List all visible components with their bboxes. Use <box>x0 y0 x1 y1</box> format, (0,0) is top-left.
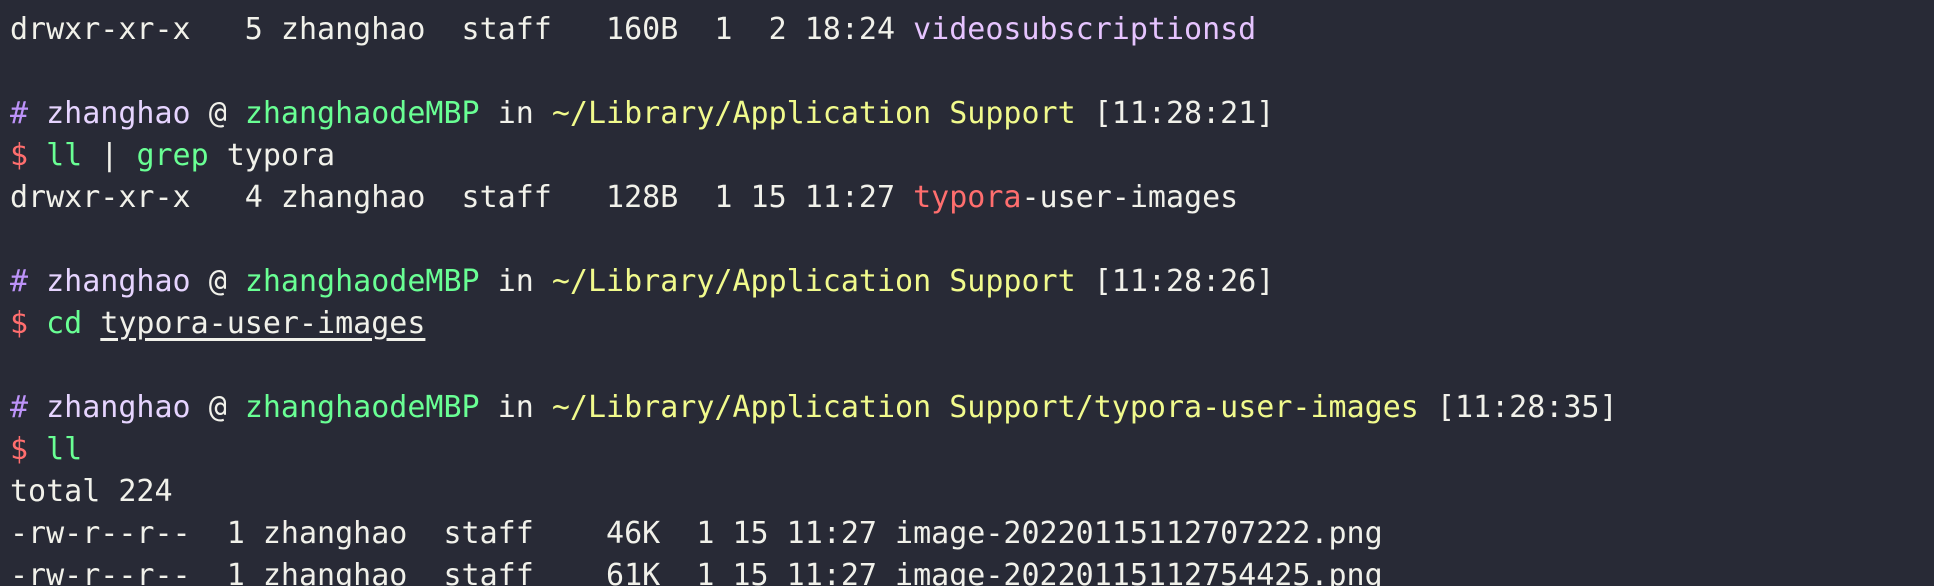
command-name: ll <box>46 138 83 173</box>
prompt-hash: # <box>10 96 29 131</box>
command-line[interactable]: $ ll <box>10 429 82 471</box>
prompt-dollar: $ <box>10 432 29 467</box>
prompt-time: [11:28:21] <box>1093 96 1275 131</box>
terminal-output-line: total 224 <box>10 471 173 513</box>
grep-match: typora <box>913 180 1022 215</box>
prompt-user: zhanghao <box>46 96 191 131</box>
prompt-user: zhanghao <box>46 264 191 299</box>
terminal-output-line: -rw-r--r-- 1 zhanghao staff 61K 1 15 11:… <box>10 555 1383 586</box>
command-pipe: | <box>100 138 119 173</box>
prompt-in: in <box>497 264 534 299</box>
prompt-time: [11:28:26] <box>1093 264 1275 299</box>
prompt-host: zhanghaodeMBP <box>244 264 480 299</box>
terminal-window[interactable]: drwxr-xr-x 5 zhanghao staff 160B 1 2 18:… <box>0 0 1934 586</box>
terminal-output-line: drwxr-xr-x 4 zhanghao staff 128B 1 15 11… <box>10 177 1238 219</box>
prompt-at: @ <box>208 264 227 299</box>
prompt-in: in <box>497 390 534 425</box>
command-name: ll <box>46 432 83 467</box>
prompt-path: ~/Library/Application Support <box>551 264 1076 299</box>
output-text: total 224 <box>10 474 173 509</box>
command-arg: typora-user-images <box>100 306 426 341</box>
output-text: -user-images <box>1021 180 1239 215</box>
output-text: -rw-r--r-- 1 zhanghao staff 61K 1 15 11:… <box>10 558 1383 586</box>
prompt-at: @ <box>208 96 227 131</box>
prompt-time: [11:28:35] <box>1436 390 1618 425</box>
prompt-in: in <box>497 96 534 131</box>
terminal-output-line: drwxr-xr-x 5 zhanghao staff 160B 1 2 18:… <box>10 9 1256 51</box>
prompt-line: # zhanghao @ zhanghaodeMBP in ~/Library/… <box>10 261 1274 303</box>
prompt-host: zhanghaodeMBP <box>244 390 480 425</box>
prompt-hash: # <box>10 264 29 299</box>
command-name: cd <box>46 306 83 341</box>
prompt-dollar: $ <box>10 306 29 341</box>
prompt-line: # zhanghao @ zhanghaodeMBP in ~/Library/… <box>10 93 1274 135</box>
prompt-line: # zhanghao @ zhanghaodeMBP in ~/Library/… <box>10 387 1618 429</box>
prompt-hash: # <box>10 390 29 425</box>
directory-name: videosubscriptionsd <box>913 12 1257 47</box>
prompt-at: @ <box>208 390 227 425</box>
prompt-host: zhanghaodeMBP <box>244 96 480 131</box>
prompt-user: zhanghao <box>46 390 191 425</box>
output-text: drwxr-xr-x 5 zhanghao staff 160B 1 2 18:… <box>10 12 914 47</box>
prompt-path: ~/Library/Application Support/typora-use… <box>551 390 1419 425</box>
command-name: grep <box>136 138 209 173</box>
terminal-output-line: -rw-r--r-- 1 zhanghao staff 46K 1 15 11:… <box>10 513 1383 555</box>
prompt-dollar: $ <box>10 138 29 173</box>
output-text: drwxr-xr-x 4 zhanghao staff 128B 1 15 11… <box>10 180 914 215</box>
prompt-path: ~/Library/Application Support <box>551 96 1076 131</box>
command-line[interactable]: $ ll | grep typora <box>10 135 335 177</box>
command-arg: typora <box>226 138 336 173</box>
command-line[interactable]: $ cd typora-user-images <box>10 303 425 345</box>
output-text: -rw-r--r-- 1 zhanghao staff 46K 1 15 11:… <box>10 516 1383 551</box>
